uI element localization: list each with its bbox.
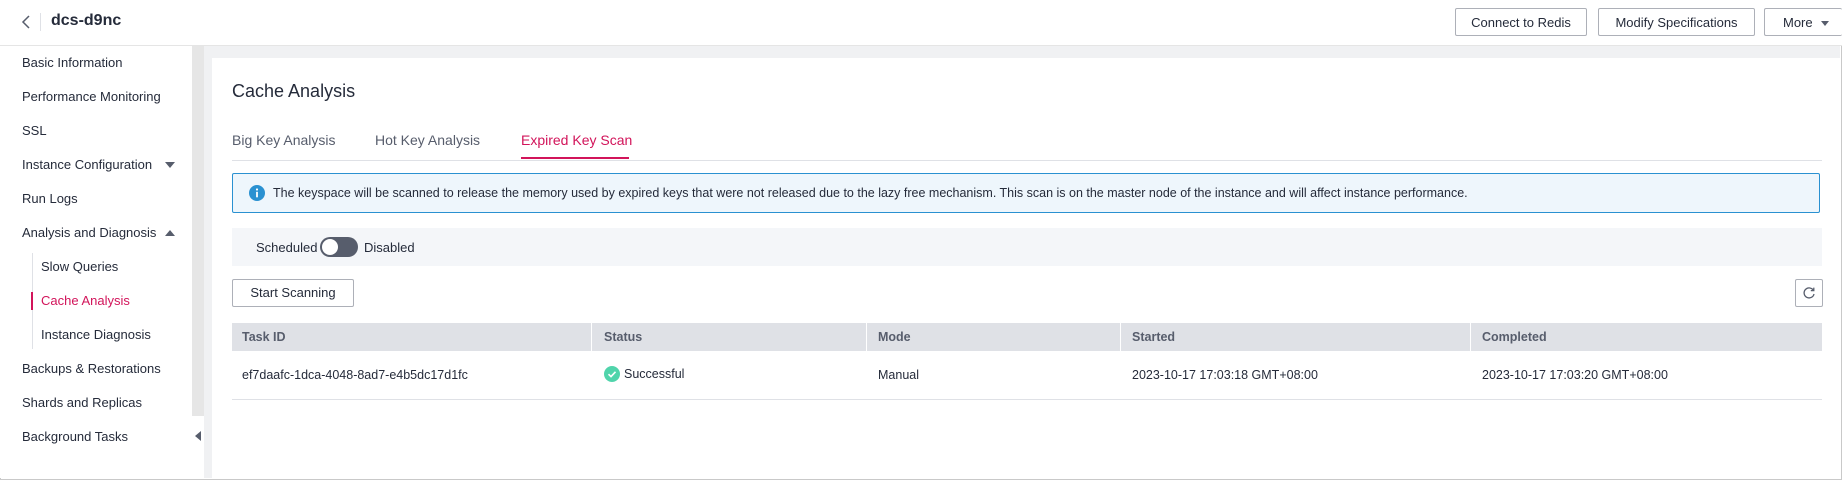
sidebar-item-instance-diagnosis[interactable]: Instance Diagnosis: [41, 327, 151, 342]
column-task-id[interactable]: Task ID: [242, 330, 286, 344]
column-divider: [591, 323, 592, 351]
table-row: ef7daafc-1dca-4048-8ad7-e4b5dc17d1fc Suc…: [232, 351, 1822, 400]
column-divider: [866, 323, 867, 351]
column-mode[interactable]: Mode: [878, 330, 911, 344]
more-label: More: [1783, 15, 1813, 30]
sidebar-item-background-tasks[interactable]: Background Tasks: [22, 429, 128, 444]
info-notice: The keyspace will be scanned to release …: [232, 173, 1820, 213]
sidebar-scrollbar[interactable]: [192, 46, 204, 416]
start-scanning-button[interactable]: Start Scanning: [232, 279, 354, 307]
page-title: Cache Analysis: [232, 81, 356, 101]
sidebar-item-ssl[interactable]: SSL: [22, 123, 47, 138]
tab-hot-key-analysis[interactable]: Hot Key Analysis: [375, 132, 480, 148]
connect-to-redis-button[interactable]: Connect to Redis: [1455, 8, 1587, 36]
sidebar-item-slow-queries[interactable]: Slow Queries: [41, 259, 118, 274]
back-arrow-icon[interactable]: [18, 12, 36, 32]
success-check-icon: [604, 366, 620, 382]
schedule-bar: Scheduled Disabled: [232, 228, 1822, 266]
more-dropdown-button[interactable]: More: [1764, 8, 1842, 36]
notice-text: The keyspace will be scanned to release …: [273, 186, 1468, 200]
toggle-knob: [322, 239, 338, 255]
scheduled-label: Scheduled: [256, 240, 318, 255]
cell-status: Successful: [604, 366, 685, 382]
sidebar-item-analysis-and-diagnosis[interactable]: Analysis and Diagnosis: [22, 225, 156, 240]
instance-title: dcs-d9nc: [51, 12, 122, 29]
content-card: [212, 58, 1840, 478]
tabs-divider: [232, 160, 1822, 161]
cell-mode: Manual: [878, 368, 919, 382]
page-header: dcs-d9nc Connect to Redis Modify Specifi…: [0, 0, 1842, 46]
sidebar-item-basic-information[interactable]: Basic Information: [22, 55, 122, 70]
scheduled-state: Disabled: [364, 240, 415, 255]
info-icon: [249, 185, 265, 201]
refresh-icon: [1803, 287, 1815, 299]
chevron-down-icon[interactable]: [165, 162, 175, 168]
sidebar-item-instance-configuration[interactable]: Instance Configuration: [22, 157, 152, 172]
sidebar-item-cache-analysis[interactable]: Cache Analysis: [41, 293, 130, 308]
cell-task-id: ef7daafc-1dca-4048-8ad7-e4b5dc17d1fc: [242, 368, 468, 382]
tab-expired-key-scan[interactable]: Expired Key Scan: [521, 132, 632, 148]
collapse-sidebar-button[interactable]: [192, 416, 204, 456]
scheduled-toggle[interactable]: [320, 237, 358, 257]
column-status[interactable]: Status: [604, 330, 642, 344]
title-divider: [40, 13, 41, 31]
cell-completed: 2023-10-17 17:03:20 GMT+08:00: [1482, 368, 1668, 382]
column-completed[interactable]: Completed: [1482, 330, 1547, 344]
active-tab-indicator: [521, 157, 629, 159]
column-started[interactable]: Started: [1132, 330, 1175, 344]
column-divider: [1470, 323, 1471, 351]
sidebar-item-run-logs[interactable]: Run Logs: [22, 191, 78, 206]
sidebar-item-shards-and-replicas[interactable]: Shards and Replicas: [22, 395, 142, 410]
column-divider: [1120, 323, 1121, 351]
chevron-up-icon[interactable]: [165, 230, 175, 236]
sidebar-item-performance-monitoring[interactable]: Performance Monitoring: [22, 89, 161, 104]
active-indicator: [31, 292, 33, 310]
collapse-sidebar-icon: [195, 431, 201, 441]
sidebar-item-backups-restorations[interactable]: Backups & Restorations: [22, 361, 161, 376]
refresh-button[interactable]: [1795, 279, 1823, 307]
status-text: Successful: [624, 367, 685, 381]
chevron-down-icon: [1820, 21, 1829, 27]
cell-started: 2023-10-17 17:03:18 GMT+08:00: [1132, 368, 1318, 382]
table-header: Task ID Status Mode Started Completed: [232, 323, 1822, 351]
modify-specifications-button[interactable]: Modify Specifications: [1598, 8, 1755, 36]
tab-big-key-analysis[interactable]: Big Key Analysis: [232, 132, 336, 148]
